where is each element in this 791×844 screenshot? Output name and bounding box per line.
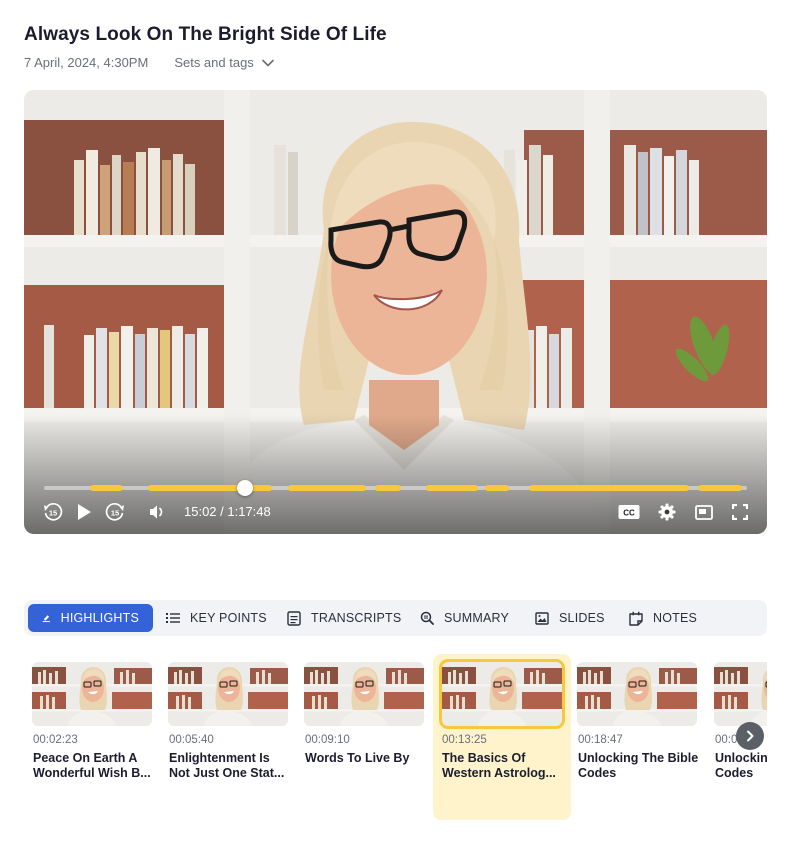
highlight-time: 00:18:47 (578, 734, 623, 746)
thumbnail-image (304, 662, 424, 726)
highlight-thumbnail (168, 662, 288, 726)
highlight-segment[interactable] (485, 485, 509, 491)
player-controls: 15 15 15:02 / 1:17:48 CC (24, 500, 767, 524)
captions-button[interactable]: CC (618, 500, 640, 524)
highlight-time: 00:13:25 (442, 734, 487, 746)
playhead-knob[interactable] (237, 480, 253, 496)
highlight-card[interactable]: 00:09:10 Words To Live By (296, 654, 434, 820)
forward-15-label: 15 (111, 509, 119, 518)
highlight-thumbnail (32, 662, 152, 726)
play-button[interactable] (74, 500, 94, 524)
search-doc-icon (420, 611, 434, 625)
notepad-icon (629, 611, 643, 626)
thumbnail-image (32, 662, 152, 726)
sets-and-tags-label: Sets and tags (174, 55, 254, 70)
play-icon (78, 504, 91, 520)
gear-icon (658, 503, 676, 521)
highlight-thumbnail (577, 662, 697, 726)
thumbnail-image (577, 662, 697, 726)
thumbnail-image (714, 662, 767, 726)
tab-summary[interactable]: SUMMARY (420, 604, 509, 632)
highlight-card[interactable]: 00:05:40 Enlightenment Is Not Just One S… (160, 654, 298, 820)
highlight-title: The Basics Of Western Astrolog... (442, 751, 556, 780)
highlight-title: Peace On Earth A Wonderful Wish B... (33, 751, 151, 780)
highlight-title: Words To Live By (305, 751, 410, 765)
list-icon (166, 613, 180, 623)
miniplayer-icon (695, 504, 713, 520)
captions-label: CC (623, 509, 635, 518)
highlight-time: 00:05:40 (169, 734, 214, 746)
image-icon (535, 611, 549, 625)
progress-timeline[interactable] (44, 480, 747, 496)
tab-label: NOTES (653, 611, 698, 625)
highlight-segment[interactable] (698, 485, 742, 491)
time-display: 15:02 / 1:17:48 (184, 504, 271, 519)
tab-transcripts[interactable]: TRANSCRIPTS (287, 604, 401, 632)
rewind-15-label: 15 (49, 509, 57, 518)
highlight-time: 00:0 (715, 734, 738, 746)
volume-button[interactable] (147, 500, 167, 524)
volume-icon (150, 505, 163, 519)
video-title: Always Look On The Bright Side Of Life (24, 24, 387, 45)
rewind-15-button[interactable]: 15 (42, 500, 64, 524)
highlight-time: 00:02:23 (33, 734, 78, 746)
settings-button[interactable] (657, 500, 677, 524)
highlight-thumbnail (304, 662, 424, 726)
chevron-down-icon (262, 59, 274, 66)
tab-label: SUMMARY (444, 611, 510, 625)
highlight-marker-icon (42, 615, 50, 623)
video-player[interactable]: 15 15 15:02 / 1:17:48 CC (24, 90, 767, 534)
highlight-card-active[interactable]: 00:13:25 The Basics Of Western Astrolog.… (433, 654, 571, 820)
highlight-segment[interactable] (288, 485, 366, 491)
highlight-time: 00:09:10 (305, 734, 350, 746)
video-meta: 7 April, 2024, 4:30PM Sets and tags (24, 55, 274, 70)
fullscreen-icon (732, 504, 748, 520)
forward-15-icon: 15 (105, 502, 124, 521)
tab-label: HIGHLIGHTS (60, 611, 139, 625)
tab-label: SLIDES (559, 611, 605, 625)
highlight-title: Enlightenment Is Not Just One Stat... (169, 751, 285, 780)
highlight-thumbnail (714, 662, 767, 726)
highlight-thumbnail (439, 659, 565, 729)
fullscreen-button[interactable] (730, 500, 750, 524)
captions-icon: CC (618, 505, 640, 519)
thumbnail-image (168, 662, 288, 726)
highlight-segment[interactable] (148, 485, 272, 491)
chevron-right-icon (747, 730, 754, 742)
tab-label: TRANSCRIPTS (311, 611, 402, 625)
highlight-segment[interactable] (426, 485, 478, 491)
highlight-title: Unlocking The Bible Codes (578, 751, 699, 780)
tab-notes[interactable]: NOTES (629, 604, 697, 632)
tab-key-points[interactable]: KEY POINTS (166, 604, 267, 632)
content-tabs: HIGHLIGHTS KEY POINTS TRANSCRIPTS SUMMAR… (24, 600, 767, 636)
sets-and-tags-dropdown[interactable]: Sets and tags (174, 55, 274, 70)
highlight-card[interactable]: 00:02:23 Peace On Earth A Wonderful Wish… (24, 654, 162, 820)
miniplayer-button[interactable] (694, 500, 714, 524)
highlight-card[interactable]: 00:18:47 Unlocking The Bible Codes (569, 654, 707, 820)
highlight-title: Unlocking Codes (715, 751, 767, 780)
highlight-segment[interactable] (90, 485, 123, 491)
forward-15-button[interactable]: 15 (104, 500, 126, 524)
highlight-segment[interactable] (375, 485, 401, 491)
document-icon (287, 610, 301, 626)
tab-slides[interactable]: SLIDES (535, 604, 605, 632)
tab-highlights[interactable]: HIGHLIGHTS (28, 604, 153, 632)
video-date: 7 April, 2024, 4:30PM (24, 55, 149, 70)
highlight-segment[interactable] (529, 485, 689, 491)
carousel-next-button[interactable] (736, 722, 764, 750)
rewind-15-icon: 15 (44, 502, 63, 521)
tab-label: KEY POINTS (190, 611, 267, 625)
highlights-carousel: 00:02:23 Peace On Earth A Wonderful Wish… (24, 654, 767, 824)
thumbnail-image (442, 662, 562, 726)
